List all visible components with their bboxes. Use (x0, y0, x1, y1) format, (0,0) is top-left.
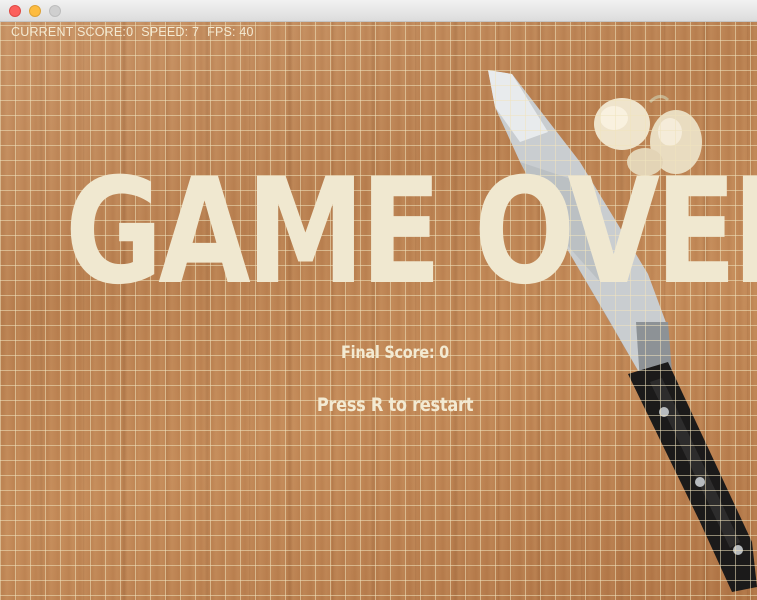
game-over-title: GAME OVER (64, 147, 757, 317)
close-window-button[interactable] (9, 5, 21, 17)
current-score-readout: CURRENT SCORE:0 (11, 25, 134, 39)
game-canvas[interactable]: CURRENT SCORE:0 SPEED: 7 FPS: 40 GAME OVER… (0, 22, 757, 600)
zoom-window-button[interactable] (49, 5, 61, 17)
hud-status-bar: CURRENT SCORE:0 SPEED: 7 FPS: 40 (11, 25, 262, 39)
fps-readout: FPS: 40 (207, 25, 254, 39)
restart-hint: Press R to restart (316, 394, 474, 416)
minimize-window-button[interactable] (29, 5, 41, 17)
speed-readout: SPEED: 7 (141, 25, 200, 39)
game-window: CURRENT SCORE:0 SPEED: 7 FPS: 40 GAME OVER… (0, 0, 757, 600)
window-titlebar (0, 0, 757, 22)
final-score-label: Final Score: 0 (341, 343, 449, 363)
